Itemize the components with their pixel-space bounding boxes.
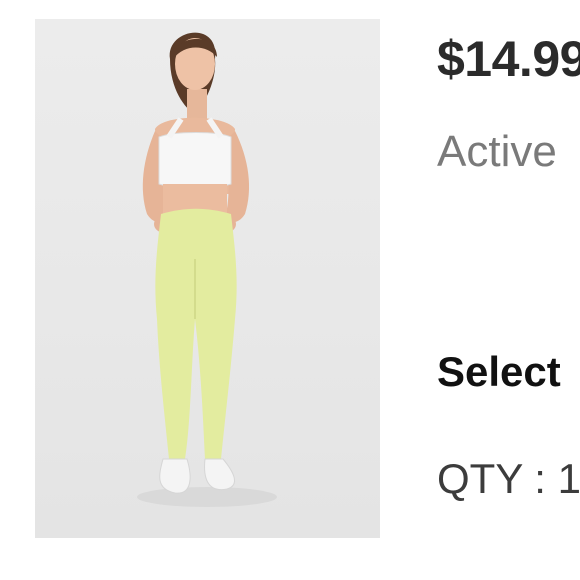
product-page: $14.99 Active Select QTY : 1 (0, 0, 580, 580)
qty-separator: : (522, 455, 558, 502)
product-name: Active (437, 127, 557, 176)
product-price: $14.99 (437, 31, 580, 87)
quantity-selector[interactable]: QTY : 1 (437, 455, 580, 503)
select-size-label[interactable]: Select (437, 348, 561, 396)
model-photo-illustration (137, 32, 277, 507)
qty-value[interactable]: 1 (558, 455, 580, 502)
product-image[interactable] (35, 19, 380, 538)
qty-label: QTY (437, 455, 523, 502)
